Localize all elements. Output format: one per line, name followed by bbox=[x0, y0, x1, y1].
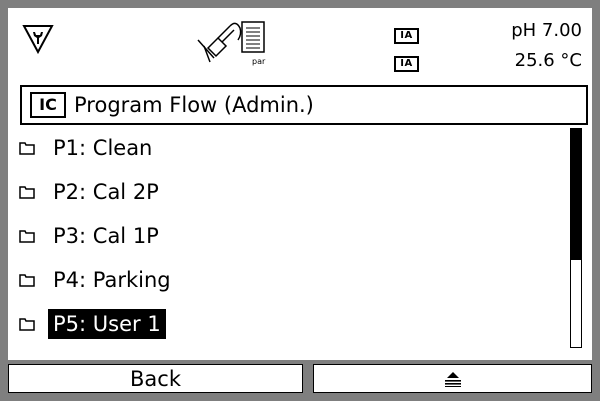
menu-title-bar: IC Program Flow (Admin.) bbox=[20, 85, 588, 125]
list-scrollbar[interactable] bbox=[570, 128, 582, 348]
device-screen: par IA IA pH 7.00 25.6 °C IC Program Flo… bbox=[8, 8, 592, 393]
ia-indicator-top: IA bbox=[394, 28, 419, 44]
list-item-p5[interactable]: P5: User 1 bbox=[8, 308, 568, 340]
list-item-label: P1: Clean bbox=[53, 136, 153, 160]
sensor-icon-caption: par bbox=[252, 57, 266, 66]
folder-icon bbox=[19, 141, 35, 155]
list-item-label: P3: Cal 1P bbox=[53, 224, 159, 248]
menu-softkey-button[interactable] bbox=[313, 364, 592, 393]
list-item-p1[interactable]: P1: Clean bbox=[8, 132, 568, 164]
temperature-value: 25.6 °C bbox=[514, 50, 582, 71]
list-item-label-selected: P5: User 1 bbox=[48, 309, 166, 339]
softkey-bar: Back bbox=[8, 360, 592, 393]
list-item-p3[interactable]: P3: Cal 1P bbox=[8, 220, 568, 252]
menu-lines-icon bbox=[444, 371, 461, 387]
status-header: par IA IA pH 7.00 25.6 °C bbox=[8, 8, 592, 82]
back-button[interactable]: Back bbox=[8, 364, 303, 393]
ph-value: pH 7.00 bbox=[511, 20, 582, 41]
ia-indicator-bottom: IA bbox=[394, 56, 419, 72]
list-item-p2[interactable]: P2: Cal 2P bbox=[8, 176, 568, 208]
list-item-label: P4: Parking bbox=[53, 268, 171, 292]
wrench-icon bbox=[22, 25, 54, 54]
scrollbar-thumb[interactable] bbox=[571, 129, 581, 260]
folder-icon bbox=[19, 229, 35, 243]
folder-icon bbox=[19, 273, 35, 287]
list-item-p4[interactable]: P4: Parking bbox=[8, 264, 568, 296]
list-item-label: P2: Cal 2P bbox=[53, 180, 159, 204]
back-button-label: Back bbox=[130, 366, 181, 391]
ic-badge: IC bbox=[30, 92, 66, 118]
page-title: Program Flow (Admin.) bbox=[74, 93, 314, 117]
sensor-parameter-icon: par bbox=[197, 21, 266, 66]
folder-icon bbox=[19, 317, 35, 331]
folder-icon bbox=[19, 185, 35, 199]
